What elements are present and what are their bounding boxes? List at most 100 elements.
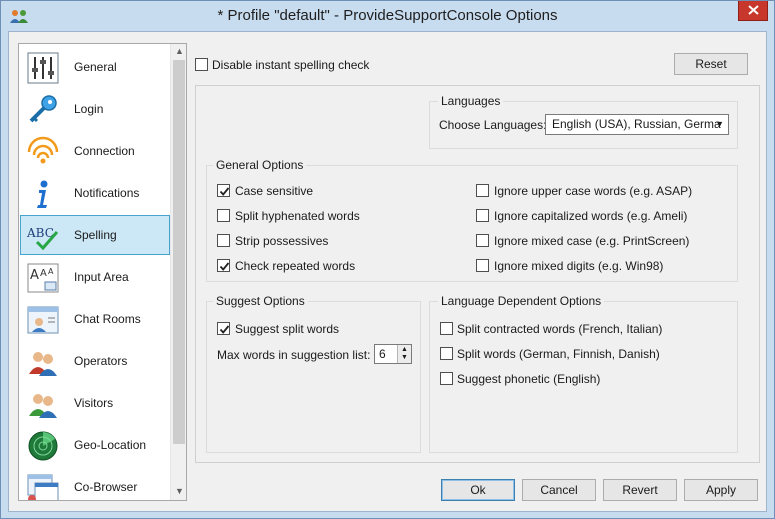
co-browser-icon — [27, 474, 59, 500]
ignore-capitalized-label: Ignore capitalized words (e.g. Ameli) — [494, 209, 688, 223]
languages-dropdown[interactable]: English (USA), Russian, Germa ▼ — [545, 114, 729, 135]
strip-possessives-label: Strip possessives — [235, 234, 329, 248]
general-options-title: General Options — [213, 158, 307, 172]
sidebar-item-spelling[interactable]: ABC Spelling — [20, 215, 170, 255]
suggest-options-title: Suggest Options — [213, 294, 308, 308]
checkmark-icon — [219, 187, 230, 196]
suggest-split-words-label: Suggest split words — [235, 322, 340, 336]
sidebar-item-connection[interactable]: Connection — [20, 131, 170, 171]
category-list[interactable]: General Login Connection Notifications A… — [18, 43, 187, 501]
max-words-label: Max words in suggestion list: — [217, 348, 371, 362]
suggest-options-group: Suggest Options Suggest split words Max … — [206, 294, 421, 453]
title-bar[interactable]: * Profile "default" - ProvideSupportCons… — [1, 1, 774, 31]
choose-languages-label: Choose Languages: — [439, 118, 547, 132]
sidebar-item-label: Connection — [74, 144, 135, 158]
languages-group: Languages Choose Languages: English (USA… — [429, 94, 738, 149]
ok-button[interactable]: Ok — [441, 479, 515, 501]
sidebar-item-label: Geo-Location — [74, 438, 147, 452]
key-icon — [29, 95, 57, 123]
suggest-phonetic-label: Suggest phonetic (English) — [457, 372, 601, 386]
visitors-icon — [29, 394, 57, 418]
sliders-icon — [27, 52, 59, 84]
cancel-button[interactable]: Cancel — [522, 479, 596, 501]
sidebar-item-label: Notifications — [74, 186, 140, 200]
sidebar-scrollbar[interactable]: ▲ ▼ — [170, 44, 186, 500]
suggest-phonetic-checkbox[interactable] — [440, 372, 453, 385]
checkmark-icon — [219, 262, 230, 271]
check-repeated-label: Check repeated words — [235, 259, 356, 273]
scroll-down-icon[interactable]: ▼ — [175, 486, 184, 496]
options-window: * Profile "default" - ProvideSupportCons… — [0, 0, 775, 519]
max-words-value: 6 — [379, 347, 386, 361]
sidebar-item-label: Input Area — [74, 270, 129, 284]
split-hyphenated-checkbox[interactable] — [217, 209, 230, 222]
ignore-mixed-case-label: Ignore mixed case (e.g. PrintScreen) — [494, 234, 690, 248]
stepper-down-icon[interactable]: ▼ — [401, 354, 408, 361]
suggest-split-words-checkbox[interactable] — [217, 322, 230, 335]
sidebar-item-notifications[interactable]: Notifications — [20, 173, 170, 213]
sidebar-item-label: Co-Browser — [74, 480, 138, 494]
sidebar-item-input-area[interactable]: A A A Input Area — [20, 257, 170, 297]
general-options-group: General Options Case sensitive Split hyp… — [206, 158, 738, 282]
ignore-mixed-digits-label: Ignore mixed digits (e.g. Win98) — [494, 259, 664, 273]
apply-button[interactable]: Apply — [684, 479, 758, 501]
radar-icon — [28, 431, 58, 461]
checkmark-icon — [219, 325, 230, 334]
ignore-mixed-case-checkbox[interactable] — [476, 234, 489, 247]
languages-dropdown-value: English (USA), Russian, Germa — [552, 117, 721, 131]
chevron-down-icon: ▼ — [715, 119, 724, 129]
sidebar-item-label: Visitors — [74, 396, 114, 410]
sidebar-item-visitors[interactable]: Visitors — [20, 383, 170, 423]
svg-text:A: A — [30, 268, 39, 283]
font-size-icon: A A A — [27, 263, 59, 293]
client-area: General Login Connection Notifications A… — [8, 31, 767, 512]
abc-check-icon: ABC — [27, 226, 59, 251]
case-sensitive-label: Case sensitive — [235, 184, 314, 198]
split-words-checkbox[interactable] — [440, 347, 453, 360]
sidebar-item-label: Chat Rooms — [74, 312, 141, 326]
disable-spell-check-label: Disable instant spelling check — [212, 58, 370, 72]
svg-text:A: A — [40, 268, 47, 279]
svg-text:A: A — [48, 267, 54, 276]
stepper-buttons[interactable]: ▲ ▼ — [397, 345, 411, 363]
operators-icon — [29, 352, 57, 376]
split-words-label: Split words (German, Finnish, Danish) — [457, 347, 660, 361]
scroll-up-icon[interactable]: ▲ — [175, 46, 184, 56]
disable-spell-check-checkbox[interactable] — [195, 58, 208, 71]
languages-group-title: Languages — [438, 94, 504, 108]
sidebar-item-label: Operators — [74, 354, 128, 368]
sidebar-item-general[interactable]: General — [20, 47, 170, 87]
language-dependent-group: Language Dependent Options Split contrac… — [429, 294, 738, 453]
ignore-upper-case-label: Ignore upper case words (e.g. ASAP) — [494, 184, 693, 198]
check-repeated-checkbox[interactable] — [217, 259, 230, 272]
close-button[interactable] — [738, 1, 768, 21]
ignore-mixed-digits-checkbox[interactable] — [476, 259, 489, 272]
window-title: * Profile "default" - ProvideSupportCons… — [217, 7, 558, 24]
reset-button[interactable]: Reset — [674, 53, 748, 75]
ignore-upper-case-checkbox[interactable] — [476, 184, 489, 197]
sidebar-item-label: Login — [74, 102, 104, 116]
sidebar-item-label: Spelling — [74, 228, 117, 242]
sidebar-item-operators[interactable]: Operators — [20, 341, 170, 381]
max-words-stepper[interactable]: 6 ▲ ▼ — [374, 344, 412, 364]
strip-possessives-checkbox[interactable] — [217, 234, 230, 247]
spelling-options-panel: Languages Choose Languages: English (USA… — [195, 85, 760, 463]
split-contracted-label: Split contracted words (French, Italian) — [457, 322, 663, 336]
info-icon — [37, 180, 48, 208]
case-sensitive-checkbox[interactable] — [217, 184, 230, 197]
scroll-thumb[interactable] — [173, 60, 185, 444]
close-icon — [748, 5, 759, 15]
ignore-capitalized-checkbox[interactable] — [476, 209, 489, 222]
wifi-signal-icon — [27, 136, 59, 164]
language-dependent-title: Language Dependent Options — [438, 294, 605, 308]
sidebar-item-chat-rooms[interactable]: Chat Rooms — [20, 299, 170, 339]
sidebar-item-co-browser[interactable]: Co-Browser — [20, 467, 170, 500]
split-hyphenated-label: Split hyphenated words — [235, 209, 360, 223]
stepper-up-icon[interactable]: ▲ — [401, 346, 408, 353]
revert-button[interactable]: Revert — [603, 479, 677, 501]
sidebar-item-geo-location[interactable]: Geo-Location — [20, 425, 170, 465]
sidebar-item-login[interactable]: Login — [20, 89, 170, 129]
sidebar-item-label: General — [74, 60, 117, 74]
split-contracted-checkbox[interactable] — [440, 322, 453, 335]
chat-window-icon — [27, 306, 59, 334]
